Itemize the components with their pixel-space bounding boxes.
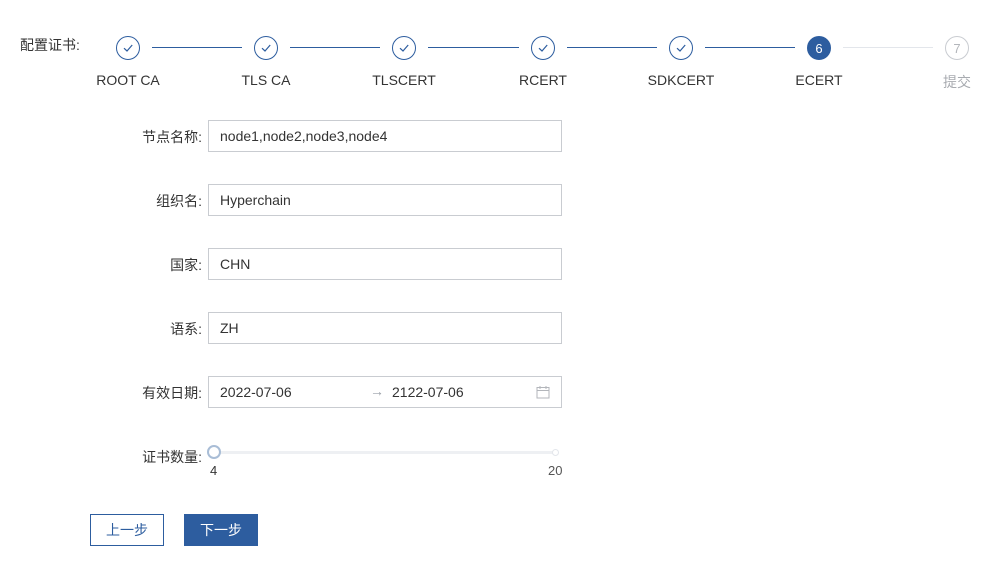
check-icon — [676, 44, 686, 52]
node-name-label: 节点名称: — [142, 129, 202, 145]
node-name-input[interactable] — [208, 120, 562, 152]
org-name-input[interactable] — [208, 184, 562, 216]
cert-count-min: 4 — [210, 463, 218, 478]
cert-count-label: 证书数量: — [142, 449, 202, 465]
step-done-icon — [392, 36, 416, 60]
step-title-tlscert: TLSCERT — [372, 72, 436, 88]
step-title-root-ca: ROOT CA — [96, 72, 160, 88]
step-done-icon — [116, 36, 140, 60]
step-connector-pending — [843, 47, 933, 48]
cert-count-max: 20 — [548, 463, 563, 478]
step-title-submit: 提交 — [943, 74, 971, 90]
check-icon — [538, 44, 548, 52]
step-connector — [705, 47, 795, 48]
form-row-node-name: 节点名称: — [0, 120, 998, 152]
step-done-icon — [669, 36, 693, 60]
cert-count-slider-track[interactable] — [214, 451, 556, 454]
arrow-right-icon: → — [370, 383, 384, 399]
step-connector — [152, 47, 242, 48]
language-label: 语系: — [170, 321, 202, 337]
step-indicator: ROOT CA TLS CA TLSCERT RCERT SDKCERT 6 E… — [0, 0, 998, 100]
step-title-rcert: RCERT — [519, 72, 567, 88]
calendar-icon[interactable] — [536, 385, 550, 399]
step-connector — [567, 47, 657, 48]
date-range-start[interactable]: 2022-07-06 — [220, 384, 292, 400]
form-row-valid-date: 有效日期: 2022-07-06 → 2122-07-06 — [0, 376, 998, 408]
cert-count-slider-end — [552, 449, 559, 456]
step-connector — [428, 47, 519, 48]
step-title-ecert: ECERT — [795, 72, 843, 88]
org-name-label: 组织名: — [156, 193, 202, 209]
check-icon — [261, 44, 271, 52]
form-row-country: 国家: — [0, 248, 998, 280]
form-row-cert-count: 证书数量: — [0, 440, 998, 472]
form-row-language: 语系: — [0, 312, 998, 344]
next-step-button[interactable]: 下一步 — [184, 514, 258, 546]
date-range-end[interactable]: 2122-07-06 — [392, 384, 464, 400]
prev-step-button[interactable]: 上一步 — [90, 514, 164, 546]
country-label: 国家: — [170, 257, 202, 273]
step-done-icon — [254, 36, 278, 60]
valid-date-label: 有效日期: — [142, 385, 202, 401]
cert-count-slider-handle[interactable] — [207, 445, 221, 459]
step-title-sdkcert: SDKCERT — [647, 72, 715, 88]
country-input[interactable] — [208, 248, 562, 280]
step-active-number: 6 — [807, 36, 831, 60]
date-range-picker[interactable]: 2022-07-06 → 2122-07-06 — [208, 376, 562, 408]
check-icon — [399, 44, 409, 52]
step-done-icon — [531, 36, 555, 60]
step-connector — [290, 47, 380, 48]
check-icon — [123, 44, 133, 52]
language-input[interactable] — [208, 312, 562, 344]
step-title-tls-ca: TLS CA — [241, 72, 291, 88]
step-pending-number: 7 — [945, 36, 969, 60]
form-row-org-name: 组织名: — [0, 184, 998, 216]
